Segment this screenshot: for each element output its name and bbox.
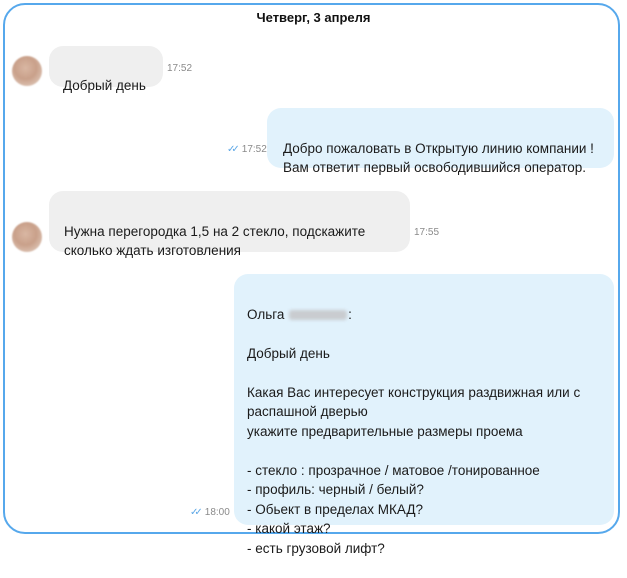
message-status: ✓✓ 17:52 — [227, 144, 267, 155]
sender-name: Ольга — [247, 306, 285, 322]
message-time: 17:52 — [241, 144, 267, 155]
user-avatar — [12, 56, 42, 86]
sender-line: Ольга : — [247, 305, 601, 325]
message-text: Добро пожаловать в Открытую линию компан… — [283, 140, 594, 176]
outgoing-message-bubble[interactable]: Ольга : Добрый день Какая Вас интересует… — [234, 274, 614, 556]
incoming-message-bubble[interactable]: Нужна перегородка 1,5 на 2 стекло, подск… — [49, 191, 410, 258]
message-time: 18:00 — [204, 507, 230, 518]
double-check-icon: ✓✓ — [227, 144, 240, 155]
sender-suffix: : — [348, 306, 352, 322]
message-text: Добрый день — [63, 77, 146, 93]
outgoing-message-bubble[interactable]: Добро пожаловать в Открытую линию компан… — [267, 108, 614, 175]
incoming-message-bubble[interactable]: Добрый день — [49, 46, 163, 93]
message-time: 17:52 — [167, 63, 193, 74]
user-avatar — [12, 222, 42, 252]
message-text: Добрый день Какая Вас интересует констру… — [247, 345, 581, 556]
double-check-icon: ✓✓ — [190, 507, 203, 518]
message-status: ✓✓ 18:00 — [190, 507, 230, 518]
message-time: 17:55 — [414, 227, 440, 238]
redacted-surname — [289, 309, 348, 320]
date-header: Четверг, 3 апреля — [256, 10, 371, 25]
